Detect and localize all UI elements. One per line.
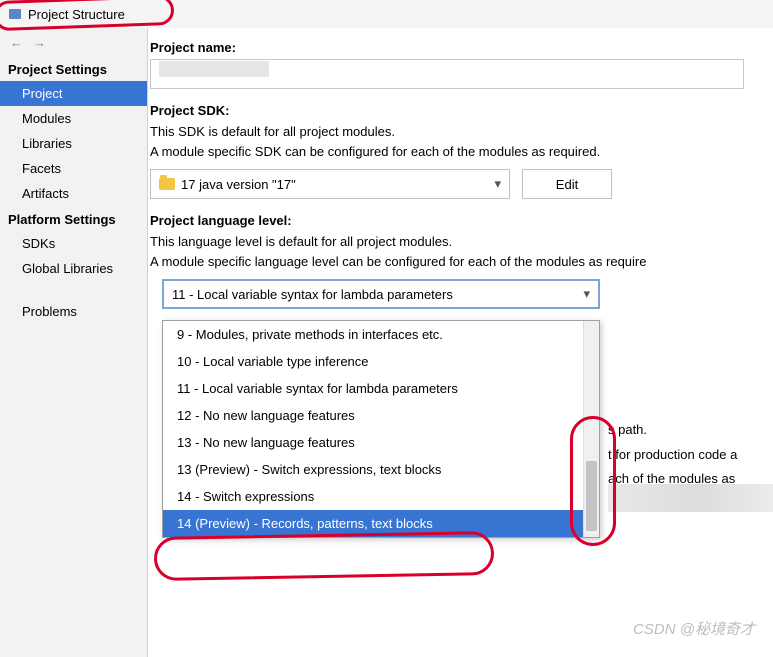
obscured-text: s path. t for production code a ach of t… — [608, 418, 737, 492]
sidebar-item-modules[interactable]: Modules — [0, 106, 147, 131]
lang-level-label: Project language level: — [150, 213, 773, 228]
nav-forward-icon[interactable]: → — [33, 35, 46, 50]
sidebar-item-sdks[interactable]: SDKs — [0, 231, 147, 256]
sidebar: ← → Project Settings Project Modules Lib… — [0, 28, 148, 657]
project-sdk-label: Project SDK: — [150, 103, 773, 118]
window-title: Project Structure — [28, 7, 125, 22]
chevron-down-icon: ▾ — [494, 176, 501, 192]
titlebar: Project Structure — [0, 0, 773, 28]
sdk-desc-2: A module specific SDK can be configured … — [150, 142, 773, 162]
main-panel: Project name: Project SDK: This SDK is d… — [148, 28, 773, 657]
sidebar-item-libraries[interactable]: Libraries — [0, 131, 147, 156]
redacted-value — [159, 61, 269, 77]
sdk-desc-1: This SDK is default for all project modu… — [150, 122, 773, 142]
dropdown-item[interactable]: 14 - Switch expressions — [163, 483, 599, 510]
sdk-combo[interactable]: 17 java version "17" ▾ — [150, 169, 510, 199]
project-name-input[interactable] — [150, 59, 744, 89]
lang-level-value: 11 - Local variable syntax for lambda pa… — [172, 287, 453, 302]
lang-desc-2: A module specific language level can be … — [150, 252, 773, 272]
chevron-down-icon: ▾ — [583, 286, 590, 302]
sidebar-item-facets[interactable]: Facets — [0, 156, 147, 181]
sidebar-item-global-libraries[interactable]: Global Libraries — [0, 256, 147, 281]
dropdown-item-highlighted[interactable]: 14 (Preview) - Records, patterns, text b… — [163, 510, 599, 537]
scrollbar[interactable] — [583, 321, 599, 537]
dropdown-item[interactable]: 11 - Local variable syntax for lambda pa… — [163, 375, 599, 402]
dropdown-item[interactable]: 9 - Modules, private methods in interfac… — [163, 321, 599, 348]
scrollbar-thumb[interactable] — [586, 461, 597, 531]
project-name-label: Project name: — [150, 40, 773, 55]
nav-back-icon[interactable]: ← — [10, 35, 23, 50]
sidebar-header-platform-settings: Platform Settings — [0, 206, 147, 231]
sidebar-item-problems[interactable]: Problems — [0, 299, 147, 324]
edit-sdk-button[interactable]: Edit — [522, 169, 612, 199]
app-icon — [8, 7, 22, 21]
dropdown-item[interactable]: 13 (Preview) - Switch expressions, text … — [163, 456, 599, 483]
sdk-combo-value: 17 java version "17" — [181, 177, 296, 192]
sidebar-item-artifacts[interactable]: Artifacts — [0, 181, 147, 206]
sidebar-header-project-settings: Project Settings — [0, 56, 147, 81]
watermark: CSDN @秘境奇才 — [633, 618, 755, 639]
dropdown-item[interactable]: 13 - No new language features — [163, 429, 599, 456]
folder-icon — [159, 178, 175, 190]
lang-desc-1: This language level is default for all p… — [150, 232, 773, 252]
lang-level-combo[interactable]: 11 - Local variable syntax for lambda pa… — [162, 279, 600, 309]
dropdown-item[interactable]: 12 - No new language features — [163, 402, 599, 429]
dropdown-item[interactable]: 10 - Local variable type inference — [163, 348, 599, 375]
redacted-block — [608, 484, 773, 512]
sidebar-item-project[interactable]: Project — [0, 81, 147, 106]
lang-level-dropdown: 9 - Modules, private methods in interfac… — [162, 320, 600, 538]
